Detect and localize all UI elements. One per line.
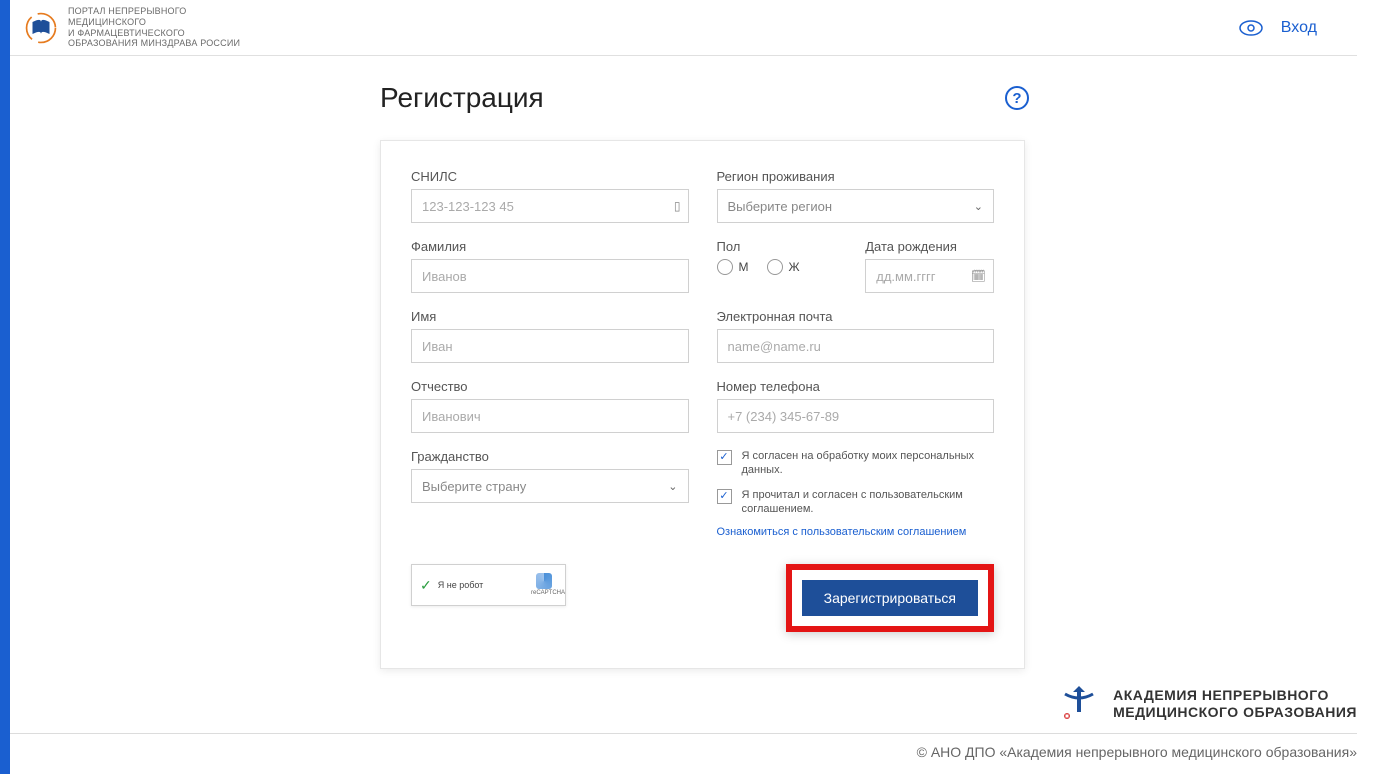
email-input[interactable] <box>717 329 995 363</box>
book-logo-icon <box>24 11 58 45</box>
registration-form: СНИЛС ▯ Фамилия Имя Отчество Гражданство <box>380 140 1025 669</box>
consent-personal-text: Я согласен на обработку моих персональны… <box>742 449 995 478</box>
consent-terms-text: Я прочитал и согласен с пользовательским… <box>742 488 995 517</box>
gender-label: Пол <box>717 239 846 254</box>
citizenship-select[interactable]: Выберите страну ⌄ <box>411 469 689 503</box>
page-title: Регистрация <box>380 82 544 114</box>
terms-link[interactable]: Ознакомиться с пользовательским соглашен… <box>717 526 995 538</box>
phone-input[interactable] <box>717 399 995 433</box>
chevron-down-icon: ⌄ <box>974 200 983 213</box>
citizenship-placeholder: Выберите страну <box>422 479 526 494</box>
copyright: © АНО ДПО «Академия непрерывного медицин… <box>917 744 1357 760</box>
lastname-label: Фамилия <box>411 239 689 254</box>
phone-label: Номер телефона <box>717 379 995 394</box>
check-icon: ✓ <box>420 577 432 594</box>
dob-label: Дата рождения <box>865 239 994 254</box>
snils-label: СНИЛС <box>411 169 689 184</box>
chevron-down-icon: ⌄ <box>668 480 677 493</box>
consent-personal-checkbox[interactable]: ✓ <box>717 450 732 465</box>
patronymic-label: Отчество <box>411 379 689 394</box>
help-icon[interactable]: ? <box>1005 86 1029 110</box>
consent-terms-checkbox[interactable]: ✓ <box>717 489 732 504</box>
calendar-icon[interactable]: 🗓 <box>971 269 986 283</box>
footer-line1: АКАДЕМИЯ НЕПРЕРЫВНОГО <box>1113 687 1357 704</box>
snils-input[interactable] <box>411 189 689 223</box>
caduceus-icon <box>1057 682 1101 726</box>
side-stripe <box>0 0 10 774</box>
footer-line2: МЕДИЦИНСКОГО ОБРАЗОВАНИЯ <box>1113 704 1357 721</box>
firstname-label: Имя <box>411 309 689 324</box>
submit-button[interactable]: Зарегистрироваться <box>802 580 978 616</box>
header: ПОРТАЛ НЕПРЕРЫВНОГО МЕДИЦИНСКОГО И ФАРМА… <box>10 0 1357 56</box>
recaptcha[interactable]: ✓ Я не робот reCAPTCHA <box>411 564 566 606</box>
captcha-label: Я не робот <box>438 580 484 590</box>
firstname-input[interactable] <box>411 329 689 363</box>
gender-male-label: М <box>739 260 749 274</box>
citizenship-label: Гражданство <box>411 449 689 464</box>
recaptcha-badge: reCAPTCHA <box>531 573 557 597</box>
logo-text: ПОРТАЛ НЕПРЕРЫВНОГО МЕДИЦИНСКОГО И ФАРМА… <box>68 6 240 49</box>
email-label: Электронная почта <box>717 309 995 324</box>
gender-female-radio[interactable] <box>767 259 783 275</box>
lastname-input[interactable] <box>411 259 689 293</box>
accessibility-eye-icon[interactable] <box>1239 20 1263 36</box>
patronymic-input[interactable] <box>411 399 689 433</box>
submit-highlight: Зарегистрироваться <box>786 564 994 632</box>
login-link[interactable]: Вход <box>1281 19 1317 37</box>
footer-brand: АКАДЕМИЯ НЕПРЕРЫВНОГО МЕДИЦИНСКОГО ОБРАЗ… <box>1057 682 1357 726</box>
region-select[interactable]: Выберите регион ⌄ <box>717 189 995 223</box>
gender-male-radio[interactable] <box>717 259 733 275</box>
region-label: Регион проживания <box>717 169 995 184</box>
region-placeholder: Выберите регион <box>728 199 833 214</box>
snils-card-icon: ▯ <box>674 199 681 213</box>
gender-female-label: Ж <box>789 260 800 274</box>
logo[interactable]: ПОРТАЛ НЕПРЕРЫВНОГО МЕДИЦИНСКОГО И ФАРМА… <box>24 6 240 49</box>
footer-divider <box>10 733 1357 734</box>
